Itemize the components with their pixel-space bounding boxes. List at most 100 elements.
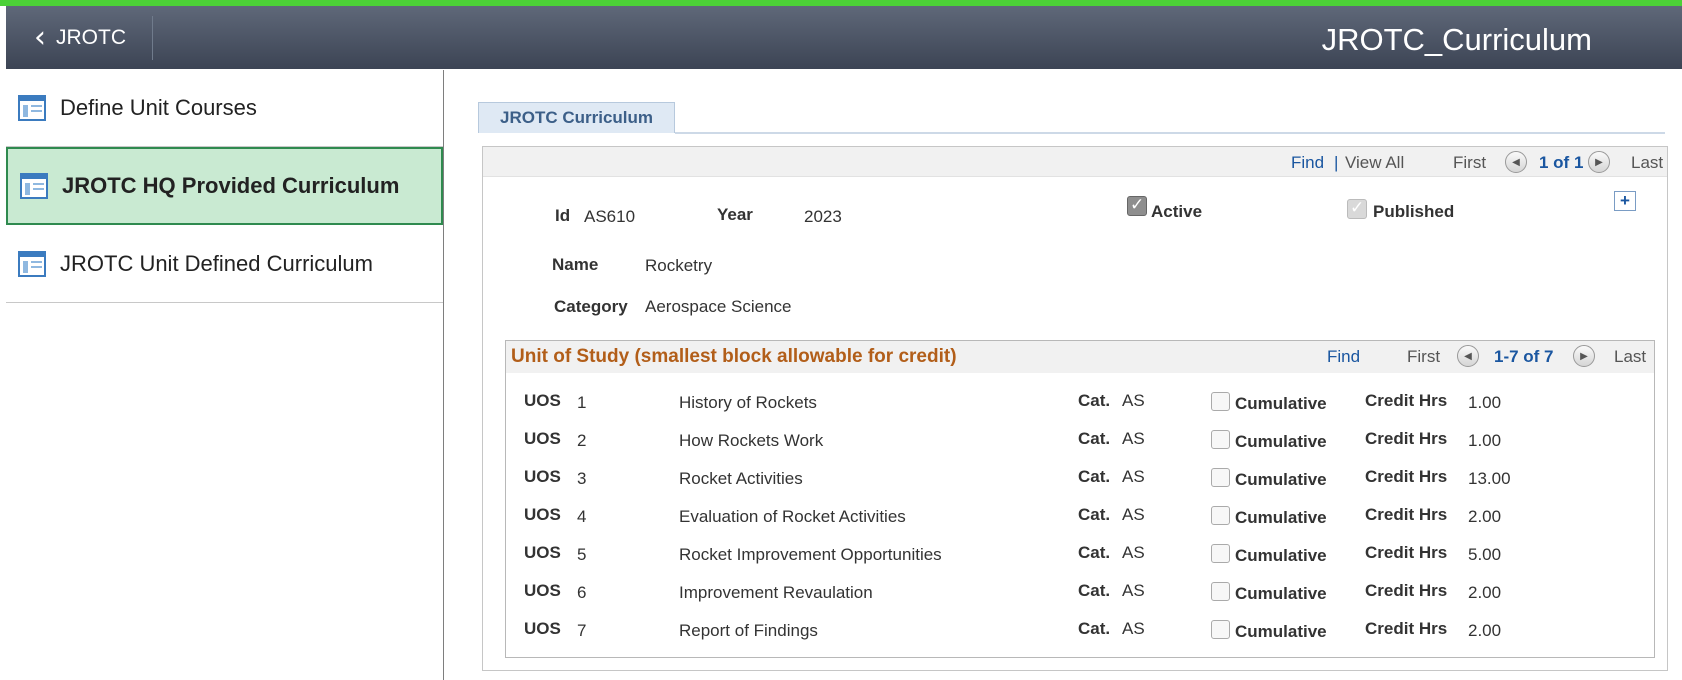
- cumulative-label: Cumulative: [1235, 584, 1327, 603]
- chevron-left-icon: ‹: [34, 20, 46, 55]
- sidebar-item-label: JROTC Unit Defined Curriculum: [60, 250, 373, 276]
- credit-hrs-label: Credit Hrs: [1365, 467, 1448, 486]
- next-arrow-icon[interactable]: ▶: [1588, 151, 1610, 173]
- name-label: Name: [552, 255, 599, 274]
- uos-label: UOS: [524, 429, 561, 448]
- sidebar-item-label: Define Unit Courses: [60, 95, 257, 120]
- tab-jrotc-curriculum[interactable]: JROTC Curriculum: [478, 102, 675, 133]
- uos-label: UOS: [524, 505, 561, 524]
- credit-hrs-label: Credit Hrs: [1365, 581, 1448, 600]
- curriculum-panel: Find | View All First ◀ 1 of 1 ▶ Last Id…: [482, 146, 1668, 671]
- view-all-link[interactable]: View All: [1345, 153, 1404, 173]
- add-row-button[interactable]: +: [1614, 191, 1636, 211]
- table-row: UOS 4 Evaluation of Rocket Activities Cat. A…: [506, 497, 1654, 533]
- uos-title: Report of Findings: [679, 621, 818, 640]
- uos-title: History of Rockets: [679, 393, 817, 412]
- uos-title: Evaluation of Rocket Activities: [679, 507, 906, 526]
- uos-record-count: 1-7 of 7: [1494, 347, 1554, 366]
- uos-number: 7: [577, 621, 587, 640]
- table-row: UOS 7 Report of Findings Cat. AS Cumulative Cr…: [506, 611, 1654, 647]
- find-link[interactable]: Find: [1291, 153, 1324, 173]
- sidebar-item-label: JROTC HQ Provided Curriculum: [62, 173, 400, 198]
- cumulative-label: Cumulative: [1235, 508, 1327, 527]
- cat-value: AS: [1122, 505, 1145, 524]
- uos-title: Improvement Revaulation: [679, 583, 873, 602]
- uos-number: 5: [577, 545, 587, 564]
- cumulative-checkbox[interactable]: [1211, 544, 1230, 563]
- year-label: Year: [717, 205, 753, 224]
- uos-label: UOS: [524, 619, 561, 638]
- sidebar: Define Unit Courses JROTC HQ Provided Cu…: [6, 70, 444, 680]
- uos-label: UOS: [524, 391, 561, 410]
- table-row: UOS 1 History of Rockets Cat. AS Cumulative Cr…: [506, 383, 1654, 419]
- unit-of-study-title: Unit of Study (smallest block allowable …: [511, 346, 957, 367]
- uos-label: UOS: [524, 581, 561, 600]
- uos-find-link[interactable]: Find: [1327, 347, 1360, 367]
- name-value: Rocketry: [645, 256, 713, 275]
- uos-number: 1: [577, 393, 587, 412]
- credit-hrs-value: 5.00: [1468, 545, 1502, 564]
- uos-label: UOS: [524, 467, 561, 486]
- cumulative-checkbox[interactable]: [1211, 620, 1230, 639]
- uos-first-label: First: [1407, 347, 1441, 366]
- cat-label: Cat.: [1078, 581, 1111, 600]
- cumulative-checkbox[interactable]: [1211, 582, 1230, 601]
- id-value: AS610: [584, 207, 636, 226]
- credit-hrs-value: 1.00: [1468, 393, 1502, 412]
- sidebar-item-unit-curriculum[interactable]: JROTC Unit Defined Curriculum: [6, 225, 443, 303]
- credit-hrs-label: Credit Hrs: [1365, 543, 1448, 562]
- uos-label: UOS: [524, 543, 561, 562]
- credit-hrs-value: 2.00: [1468, 507, 1502, 526]
- table-row: UOS 6 Improvement Revaulation Cat. AS Cumulat…: [506, 573, 1654, 609]
- active-checkbox[interactable]: [1127, 195, 1147, 216]
- uos-title: Rocket Improvement Opportunities: [679, 545, 942, 564]
- cumulative-checkbox[interactable]: [1211, 430, 1230, 449]
- nav-separator: |: [1334, 153, 1339, 172]
- cat-label: Cat.: [1078, 391, 1111, 410]
- credit-hrs-value: 2.00: [1468, 621, 1502, 640]
- uos-title: Rocket Activities: [679, 469, 803, 488]
- cat-value: AS: [1122, 467, 1145, 486]
- cat-value: AS: [1122, 429, 1145, 448]
- cat-value: AS: [1122, 581, 1145, 600]
- cat-label: Cat.: [1078, 543, 1111, 562]
- back-button[interactable]: ‹ JROTC: [6, 16, 153, 60]
- sidebar-item-hq-curriculum[interactable]: JROTC HQ Provided Curriculum: [6, 147, 443, 225]
- last-label: Last: [1631, 153, 1664, 172]
- cat-label: Cat.: [1078, 619, 1111, 638]
- cat-value: AS: [1122, 543, 1145, 562]
- cat-value: AS: [1122, 391, 1145, 410]
- uos-number: 6: [577, 583, 587, 602]
- category-label: Category: [554, 297, 628, 316]
- uos-number: 4: [577, 507, 587, 526]
- cumulative-label: Cumulative: [1235, 546, 1327, 565]
- cumulative-label: Cumulative: [1235, 470, 1327, 489]
- cumulative-checkbox[interactable]: [1211, 392, 1230, 411]
- page-header: ‹ JROTC JROTC_Curriculum: [6, 6, 1682, 69]
- previous-arrow-icon[interactable]: ◀: [1505, 151, 1527, 173]
- active-label: Active: [1151, 202, 1203, 221]
- sidebar-item-define-unit-courses[interactable]: Define Unit Courses: [6, 70, 443, 147]
- page-icon: [18, 95, 46, 121]
- uos-previous-arrow-icon[interactable]: ◀: [1457, 345, 1479, 367]
- page-icon: [18, 250, 46, 277]
- credit-hrs-label: Credit Hrs: [1365, 391, 1448, 410]
- unit-of-study-grid: Unit of Study (smallest block allowable …: [505, 340, 1655, 658]
- cumulative-checkbox[interactable]: [1211, 468, 1230, 487]
- year-value: 2023: [804, 207, 842, 226]
- table-row: UOS 2 How Rockets Work Cat. AS Cumulative Cred…: [506, 421, 1654, 457]
- published-checkbox: [1347, 198, 1367, 219]
- uos-last-label: Last: [1614, 347, 1647, 366]
- table-row: UOS 3 Rocket Activities Cat. AS Cumulative Cre…: [506, 459, 1654, 495]
- uos-next-arrow-icon[interactable]: ▶: [1573, 345, 1595, 367]
- cat-value: AS: [1122, 619, 1145, 638]
- cumulative-label: Cumulative: [1235, 394, 1327, 413]
- credit-hrs-value: 13.00: [1468, 469, 1511, 488]
- cat-label: Cat.: [1078, 429, 1111, 448]
- category-value: Aerospace Science: [645, 297, 792, 316]
- cumulative-label: Cumulative: [1235, 622, 1327, 641]
- cat-label: Cat.: [1078, 467, 1111, 486]
- cumulative-checkbox[interactable]: [1211, 506, 1230, 525]
- page-title: JROTC_Curriculum: [1321, 22, 1592, 57]
- record-navigation: Find | View All First ◀ 1 of 1 ▶ Last: [483, 147, 1667, 177]
